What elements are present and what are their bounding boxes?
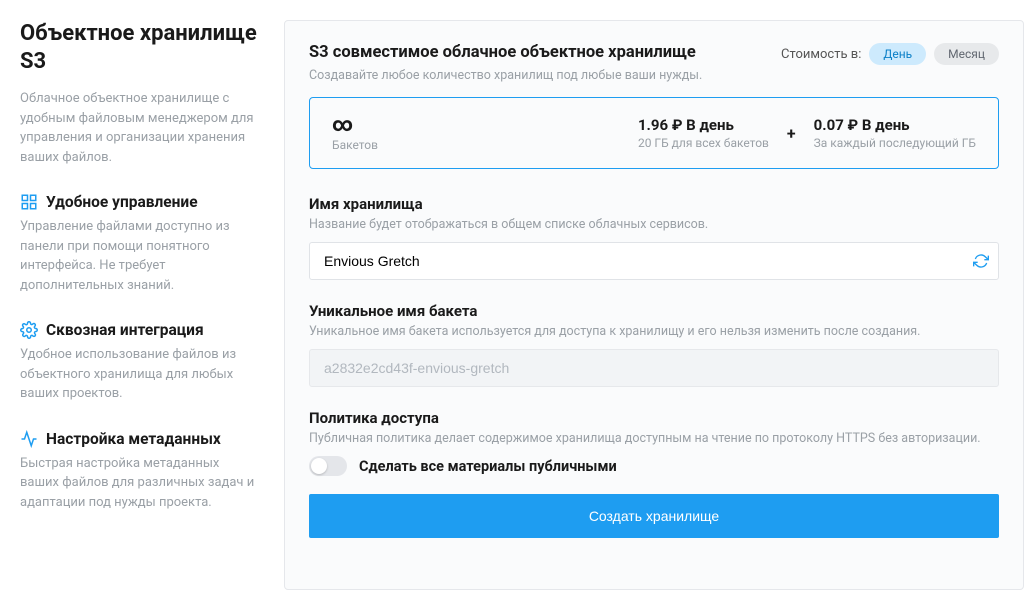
policy-section: Политика доступа Публичная политика дела… <box>309 409 999 476</box>
public-toggle-label: Сделать все материалы публичными <box>359 458 617 475</box>
sidebar: Объектное хранилище S3 Облачное объектно… <box>20 20 284 590</box>
price-primary-sub: 20 ГБ для всех бакетов <box>638 136 769 150</box>
feature-management: Удобное управление Управление файлами до… <box>20 193 260 295</box>
section-title: Уникальное имя бакета <box>309 302 999 320</box>
bucket-name-input <box>309 349 999 387</box>
sidebar-description: Облачное объектное хранилище с удобным ф… <box>20 89 260 167</box>
price-box: ∞ Бакетов 1.96 ₽ В день 20 ГБ для всех б… <box>309 97 999 169</box>
feature-title: Сквозная интеграция <box>46 321 204 339</box>
feature-desc: Удобное использование файлов из объектно… <box>20 345 260 404</box>
cost-label: Стоимость в: <box>781 47 861 62</box>
plus-icon: + <box>787 124 796 143</box>
main-heading: S3 совместимое облачное объектное хранил… <box>309 43 702 62</box>
activity-icon <box>20 430 38 448</box>
cost-pill-month[interactable]: Месяц <box>934 43 999 65</box>
feature-desc: Управление файлами доступно из панели пр… <box>20 217 260 295</box>
create-storage-panel: S3 совместимое облачное объектное хранил… <box>284 20 1024 590</box>
feature-desc: Быстрая настройка метаданных ваших файло… <box>20 454 260 513</box>
feature-integration: Сквозная интеграция Удобное использовани… <box>20 321 260 404</box>
grid-icon <box>20 193 38 211</box>
feature-title: Удобное управление <box>46 193 198 211</box>
cost-pill-day[interactable]: День <box>869 43 926 65</box>
refresh-icon[interactable] <box>973 253 989 269</box>
section-sub: Публичная политика делает содержимое хра… <box>309 431 999 446</box>
section-title: Политика доступа <box>309 409 999 427</box>
section-sub: Уникальное имя бакета используется для д… <box>309 324 999 339</box>
gear-icon <box>20 321 38 339</box>
cost-toggle: Стоимость в: День Месяц <box>781 43 999 65</box>
section-sub: Название будет отображаться в общем спис… <box>309 217 999 232</box>
bucket-name-section: Уникальное имя бакета Уникальное имя бак… <box>309 302 999 387</box>
price-primary: 1.96 ₽ В день <box>638 116 769 134</box>
section-title: Имя хранилища <box>309 195 999 213</box>
storage-name-input[interactable] <box>309 242 999 280</box>
page-title: Объектное хранилище S3 <box>20 20 260 75</box>
public-toggle[interactable] <box>309 456 347 476</box>
price-secondary-sub: За каждый последующий ГБ <box>814 136 976 150</box>
feature-metadata: Настройка метаданных Быстрая настройка м… <box>20 430 260 513</box>
infinity-icon: ∞ <box>332 114 378 134</box>
create-storage-button[interactable]: Создать хранилище <box>309 494 999 538</box>
main-subheading: Создавайте любое количество хранилищ под… <box>309 68 702 83</box>
price-secondary: 0.07 ₽ В день <box>814 116 976 134</box>
feature-title: Настройка метаданных <box>46 430 221 448</box>
buckets-label: Бакетов <box>332 138 378 152</box>
storage-name-section: Имя хранилища Название будет отображатьс… <box>309 195 999 280</box>
